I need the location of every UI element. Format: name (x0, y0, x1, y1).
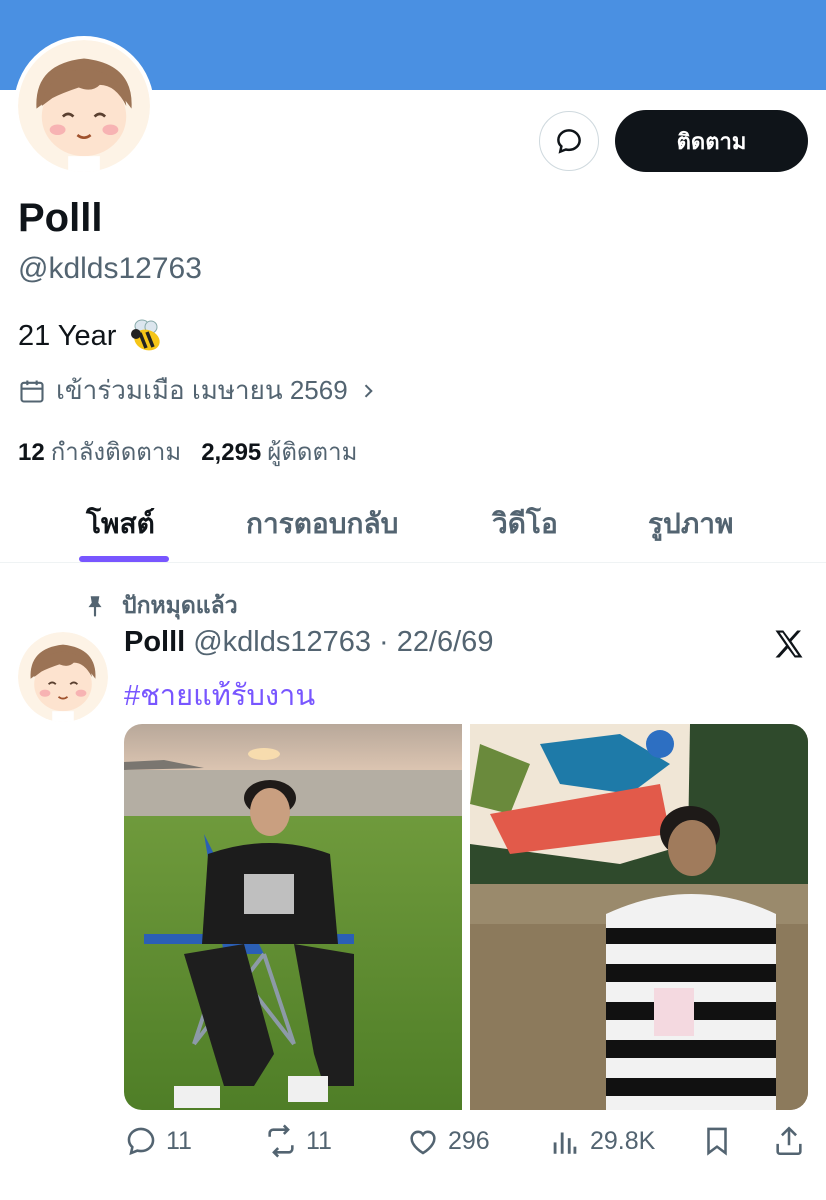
following-link[interactable]: 12 กำลังติดตาม (18, 432, 181, 471)
profile-handle: @kdlds12763 (18, 252, 202, 285)
reply-icon (127, 1127, 155, 1156)
tab-videos[interactable]: วิดีโอ (492, 502, 558, 546)
post-hashtag[interactable]: #ชายแท้รับงาน (124, 672, 315, 718)
bookmark-button[interactable] (700, 1124, 734, 1158)
following-label: กำลังติดตาม (50, 439, 182, 466)
follow-stats: 12 กำลังติดตาม 2,295 ผู้ติดตาม (18, 432, 357, 471)
post-author-handle[interactable]: @kdlds12763 (193, 626, 371, 659)
message-button[interactable] (539, 111, 599, 171)
post-separator: · (379, 626, 389, 658)
like-icon (410, 1130, 436, 1155)
like-button[interactable]: 296 (406, 1124, 490, 1158)
post-author-avatar[interactable] (18, 632, 108, 722)
followers-count: 2,295 (201, 439, 262, 466)
reply-button[interactable]: 11 (124, 1124, 192, 1158)
bee-icon (131, 319, 161, 351)
post-media (124, 724, 808, 1110)
profile-bio: 21 Year (18, 316, 166, 356)
chevron-right-icon (364, 383, 373, 398)
share-button[interactable] (772, 1124, 806, 1158)
profile-tabs: โพสต์ การตอบกลับ วิดีโอ รูปภาพ (0, 490, 826, 563)
like-count: 296 (448, 1126, 490, 1155)
post-actions: 11 11 296 29.8K (124, 1124, 808, 1164)
active-tab-indicator (79, 556, 169, 562)
joined-text: เข้าร่วมเมือ เมษายน 2569 (56, 375, 348, 405)
share-icon (776, 1126, 802, 1156)
repost-button[interactable]: 11 (264, 1124, 332, 1158)
post-photo-2[interactable] (470, 724, 808, 1110)
views-button[interactable]: 29.8K (548, 1124, 655, 1158)
post-photo-1[interactable] (124, 724, 462, 1110)
post-author-name[interactable]: Polll (124, 626, 185, 659)
profile-name: Polll (18, 196, 103, 240)
pinned-label: ปักหมุดแล้ว (122, 592, 238, 618)
joined-date[interactable]: เข้าร่วมเมือ เมษายน 2569 (18, 370, 378, 411)
tab-replies[interactable]: การตอบกลับ (246, 502, 398, 546)
pinned-indicator: ปักหมุดแล้ว (82, 588, 238, 624)
reply-count: 11 (166, 1126, 192, 1155)
post-header: Polll @kdlds12763 · 22/6/69 (124, 626, 493, 659)
follow-button[interactable]: ติดตาม (615, 110, 808, 172)
views-icon (553, 1132, 577, 1154)
post-date[interactable]: 22/6/69 (397, 626, 494, 659)
views-count: 29.8K (590, 1126, 656, 1155)
followers-label: ผู้ติดตาม (267, 439, 358, 466)
tab-media[interactable]: รูปภาพ (648, 502, 733, 546)
tab-posts[interactable]: โพสต์ (86, 502, 155, 546)
pin-icon (88, 596, 102, 617)
repost-icon (268, 1124, 294, 1158)
calendar-icon (20, 380, 44, 403)
bio-text: 21 Year (18, 319, 117, 352)
repost-count: 11 (306, 1126, 332, 1155)
bookmark-icon (707, 1127, 727, 1156)
message-icon (557, 129, 581, 154)
x-logo-icon (775, 630, 803, 658)
followers-link[interactable]: 2,295 ผู้ติดตาม (201, 432, 357, 471)
following-count: 12 (18, 439, 45, 466)
profile-avatar[interactable] (14, 36, 154, 176)
